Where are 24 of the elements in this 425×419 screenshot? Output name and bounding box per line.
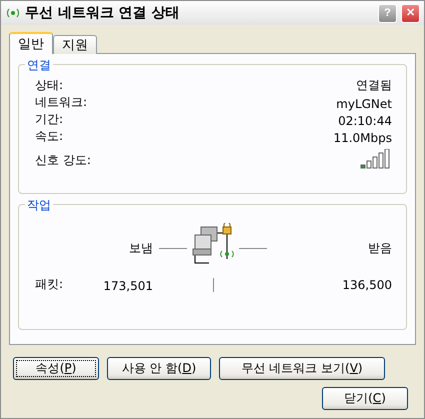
action-button[interactable]: 사용 안 함(D) [107, 357, 211, 380]
action-button[interactable]: 무선 네트워크 보기(V) [219, 357, 385, 380]
tab[interactable]: 지원 [53, 35, 97, 54]
field-value: 02:10:44 [338, 114, 392, 128]
packets-received: 136,500 [342, 278, 392, 292]
packets-label: 패킷: [35, 276, 64, 293]
field-label: 속도: [35, 128, 64, 145]
field-value: 11.0Mbps [333, 131, 392, 145]
tab[interactable]: 일반 [9, 32, 53, 54]
signal-strength-icon [360, 149, 392, 169]
field-label: 상태: [35, 77, 64, 94]
received-label: 받음 [368, 240, 392, 257]
field-label: 네트워크: [35, 94, 88, 111]
group-title: 작업 [25, 197, 53, 214]
packets-sent: 173,501 [103, 279, 153, 293]
field-value: 연결됨 [356, 77, 392, 94]
close-dialog-button[interactable]: 닫기(C) [322, 387, 408, 410]
sent-label: 보냄 [129, 240, 153, 257]
action-button[interactable]: 속성(P) [13, 357, 99, 380]
field-value: myLGNet [336, 97, 392, 111]
field-label: 기간: [35, 111, 64, 128]
window-title: 무선 네트워크 연결 상태 [25, 4, 181, 22]
field-label: 신호 강도: [35, 152, 91, 169]
wireless-icon [5, 7, 21, 19]
